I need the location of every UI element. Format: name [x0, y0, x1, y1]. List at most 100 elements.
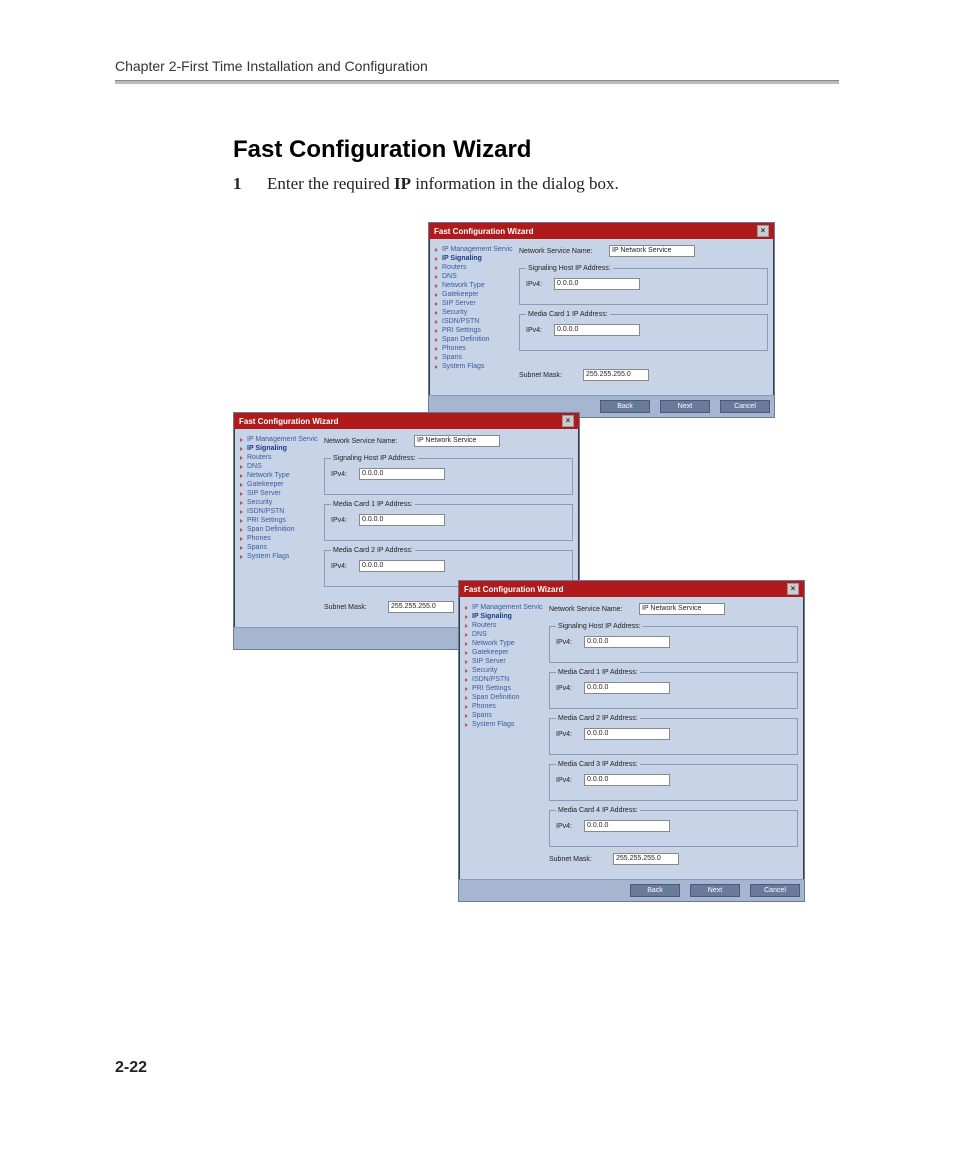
sidebar-item[interactable]: PRI Settings	[240, 516, 318, 525]
fieldset-media1: Media Card 1 IP Address: IPv4:0.0.0.0	[324, 501, 573, 541]
sidebar-item[interactable]: Spans	[240, 543, 318, 552]
sidebar-item[interactable]: System Flags	[240, 552, 318, 561]
wizard-title: Fast Configuration Wizard	[464, 585, 563, 594]
sidebar-item[interactable]: PRI Settings	[435, 326, 513, 335]
next-button[interactable]: Next	[660, 400, 710, 413]
step-bold: IP	[394, 174, 411, 193]
step-1: 1 Enter the required IP information in t…	[233, 174, 839, 194]
legend-media1: Media Card 1 IP Address:	[331, 501, 415, 508]
close-icon[interactable]: ×	[757, 225, 769, 237]
input-signaling-ip[interactable]: 0.0.0.0	[584, 636, 670, 648]
page-number: 2-22	[115, 1059, 147, 1077]
figure-stack: Fast Configuration Wizard × IP Managemen…	[233, 222, 839, 862]
sidebar-item[interactable]: Security	[465, 666, 543, 675]
sidebar-item[interactable]: SIP Server	[465, 657, 543, 666]
sidebar-item[interactable]: IP Management Service	[435, 245, 513, 254]
wizard-dialog-1media: Fast Configuration Wizard × IP Managemen…	[428, 222, 775, 418]
fieldset-signaling-host: Signaling Host IP Address: IPv4:0.0.0.0	[324, 455, 573, 495]
label-subnet: Subnet Mask:	[549, 856, 613, 863]
input-network-service[interactable]: IP Network Service	[609, 245, 695, 257]
sidebar-item[interactable]: Security	[240, 498, 318, 507]
fieldset-media3: Media Card 3 IP Address: IPv4:0.0.0.0	[549, 761, 798, 801]
sidebar-item[interactable]: DNS	[435, 272, 513, 281]
sidebar-item[interactable]: PRI Settings	[465, 684, 543, 693]
input-subnet[interactable]: 255.255.255.0	[583, 369, 649, 381]
legend-signaling-host: Signaling Host IP Address:	[331, 455, 418, 462]
close-icon[interactable]: ×	[787, 583, 799, 595]
divider-rule	[115, 80, 839, 84]
label-ipv4: IPv4:	[556, 823, 584, 830]
sidebar-item[interactable]: Phones	[240, 534, 318, 543]
sidebar-item[interactable]: Gatekeeper	[465, 648, 543, 657]
sidebar-item[interactable]: SIP Server	[435, 299, 513, 308]
sidebar-item[interactable]: DNS	[465, 630, 543, 639]
sidebar-item[interactable]: IP Management Service	[240, 435, 318, 444]
wizard-titlebar: Fast Configuration Wizard ×	[429, 223, 774, 239]
input-media2-ip[interactable]: 0.0.0.0	[359, 560, 445, 572]
sidebar-item[interactable]: Security	[435, 308, 513, 317]
sidebar-item[interactable]: Routers	[435, 263, 513, 272]
sidebar-item[interactable]: Gatekeeper	[240, 480, 318, 489]
sidebar-item[interactable]: Gatekeeper	[435, 290, 513, 299]
sidebar-item[interactable]: Routers	[240, 453, 318, 462]
next-button[interactable]: Next	[690, 884, 740, 897]
legend-media1: Media Card 1 IP Address:	[556, 669, 640, 676]
input-signaling-ip[interactable]: 0.0.0.0	[554, 278, 640, 290]
sidebar-item[interactable]: Span Definition	[465, 693, 543, 702]
back-button[interactable]: Back	[600, 400, 650, 413]
cancel-button[interactable]: Cancel	[720, 400, 770, 413]
legend-signaling-host: Signaling Host IP Address:	[556, 623, 643, 630]
sidebar-item[interactable]: System Flags	[435, 362, 513, 371]
input-signaling-ip[interactable]: 0.0.0.0	[359, 468, 445, 480]
fieldset-media1: Media Card 1 IP Address: IPv4:0.0.0.0	[549, 669, 798, 709]
sidebar-item[interactable]: Span Definition	[435, 335, 513, 344]
input-media4-ip[interactable]: 0.0.0.0	[584, 820, 670, 832]
input-subnet[interactable]: 255.255.255.0	[388, 601, 454, 613]
input-media1-ip[interactable]: 0.0.0.0	[554, 324, 640, 336]
step-number: 1	[233, 174, 267, 194]
label-ipv4: IPv4:	[526, 281, 554, 288]
sidebar-item[interactable]: SIP Server	[240, 489, 318, 498]
legend-media4: Media Card 4 IP Address:	[556, 807, 640, 814]
sidebar-item[interactable]: System Flags	[465, 720, 543, 729]
cancel-button[interactable]: Cancel	[750, 884, 800, 897]
back-button[interactable]: Back	[630, 884, 680, 897]
sidebar-item-ip-signaling[interactable]: IP Signaling	[465, 612, 543, 621]
sidebar-item[interactable]: ISDN/PSTN	[435, 317, 513, 326]
input-media1-ip[interactable]: 0.0.0.0	[359, 514, 445, 526]
sidebar-item[interactable]: Phones	[435, 344, 513, 353]
close-icon[interactable]: ×	[562, 415, 574, 427]
fieldset-signaling-host: Signaling Host IP Address: IPv4:0.0.0.0	[549, 623, 798, 663]
wizard-titlebar: Fast Configuration Wizard ×	[459, 581, 804, 597]
fieldset-media2: Media Card 2 IP Address: IPv4:0.0.0.0	[549, 715, 798, 755]
input-network-service[interactable]: IP Network Service	[639, 603, 725, 615]
sidebar-item[interactable]: Network Type	[435, 281, 513, 290]
sidebar-item[interactable]: Span Definition	[240, 525, 318, 534]
input-media2-ip[interactable]: 0.0.0.0	[584, 728, 670, 740]
sidebar-item[interactable]: Spans	[465, 711, 543, 720]
sidebar-item[interactable]: Routers	[465, 621, 543, 630]
legend-media2: Media Card 2 IP Address:	[556, 715, 640, 722]
sidebar-item[interactable]: Network Type	[240, 471, 318, 480]
sidebar-item-ip-signaling[interactable]: IP Signaling	[240, 444, 318, 453]
sidebar-item[interactable]: Network Type	[465, 639, 543, 648]
step-prefix: Enter the required	[267, 174, 394, 193]
label-network-service: Network Service Name:	[519, 248, 609, 255]
label-ipv4: IPv4:	[526, 327, 554, 334]
sidebar-item[interactable]: DNS	[240, 462, 318, 471]
fieldset-signaling-host: Signaling Host IP Address: IPv4:0.0.0.0	[519, 265, 768, 305]
sidebar-item[interactable]: ISDN/PSTN	[240, 507, 318, 516]
input-media3-ip[interactable]: 0.0.0.0	[584, 774, 670, 786]
legend-media3: Media Card 3 IP Address:	[556, 761, 640, 768]
sidebar-item-ip-signaling[interactable]: IP Signaling	[435, 254, 513, 263]
step-suffix: information in the dialog box.	[411, 174, 619, 193]
step-text: Enter the required IP information in the…	[267, 174, 619, 194]
sidebar-item[interactable]: IP Management Service	[465, 603, 543, 612]
label-network-service: Network Service Name:	[549, 606, 639, 613]
sidebar-item[interactable]: Phones	[465, 702, 543, 711]
input-network-service[interactable]: IP Network Service	[414, 435, 500, 447]
sidebar-item[interactable]: ISDN/PSTN	[465, 675, 543, 684]
sidebar-item[interactable]: Spans	[435, 353, 513, 362]
input-media1-ip[interactable]: 0.0.0.0	[584, 682, 670, 694]
input-subnet[interactable]: 255.255.255.0	[613, 853, 679, 865]
